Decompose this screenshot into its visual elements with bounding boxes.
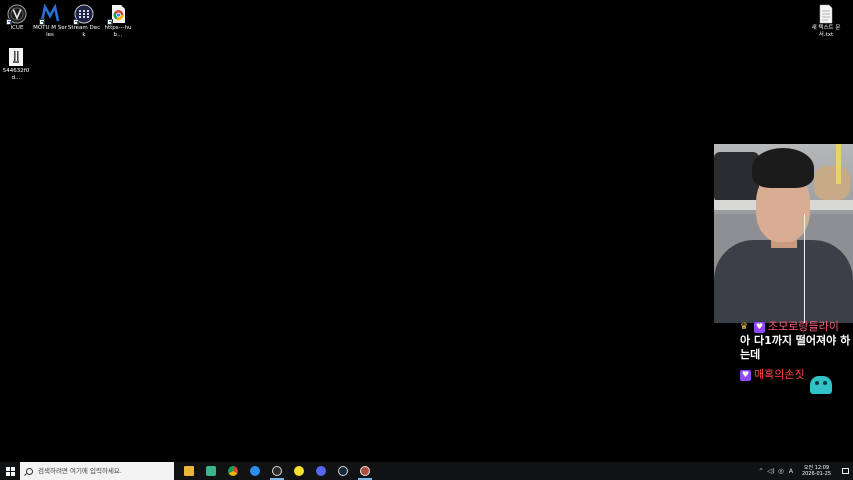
taskbar-discord[interactable] xyxy=(310,462,332,480)
webcam-lamp xyxy=(836,144,841,184)
motu-icon xyxy=(39,3,60,25)
heart-badge-icon: ♥ xyxy=(740,369,751,381)
shortcut-arrow-icon xyxy=(39,19,45,25)
notification-icon xyxy=(841,468,849,474)
shortcut-arrow-icon xyxy=(107,19,113,25)
chevron-up-icon[interactable]: ⌃ xyxy=(756,462,766,480)
taskbar: ⌃ ◁) ◎ A 오전 12:09 2026-01-25 xyxy=(0,462,853,480)
ime-indicator-icon[interactable]: A xyxy=(786,462,796,480)
obs-icon xyxy=(272,466,282,476)
mascot-eye xyxy=(815,381,819,385)
search-icon xyxy=(26,467,33,475)
chat-mascot-icon xyxy=(810,376,832,394)
speaker-icon[interactable]: ◁) xyxy=(766,462,776,480)
desktop-icon-label: iCUE xyxy=(10,25,24,31)
chat-username: 매혹의손짓 xyxy=(754,368,805,381)
game-app-icon xyxy=(360,466,370,476)
windows-logo-icon xyxy=(5,466,15,476)
desktop-icon-motu[interactable]: MOTU M Series xyxy=(33,3,67,38)
desktop-icon-label: https---hub... xyxy=(104,25,132,38)
desktop-icon-hub-link[interactable]: https---hub... xyxy=(101,4,135,38)
chat-message: 아 다1까지 떨어져야 하는데 xyxy=(740,334,851,361)
network-icon[interactable]: ◎ xyxy=(776,462,786,480)
taskbar-chrome[interactable] xyxy=(222,462,244,480)
kakaotalk-icon xyxy=(294,466,304,476)
webcam-person-torso xyxy=(714,240,853,323)
taskbar-game-app[interactable] xyxy=(354,462,376,480)
pinned-apps xyxy=(178,462,376,480)
mascot-eye xyxy=(823,381,827,385)
taskbar-blue-app[interactable] xyxy=(244,462,266,480)
discord-icon xyxy=(316,466,326,476)
tray-date: 2026-01-25 xyxy=(801,471,831,477)
blue-app-icon xyxy=(250,466,260,476)
chrome-document-icon xyxy=(107,4,128,25)
chat-user: ♥ 매혹의손짓 xyxy=(740,368,853,382)
desktop-icon-label: 544632f0d... xyxy=(2,68,30,81)
icue-icon xyxy=(6,4,27,25)
stream-deck-icon xyxy=(73,4,94,25)
chat-username: 조모로랑들라이 xyxy=(768,320,839,333)
desktop-icon-label: Stream Deck xyxy=(67,25,101,38)
steam-icon xyxy=(338,466,348,476)
webcam-earphone-wire xyxy=(804,214,805,323)
search-input[interactable] xyxy=(38,467,168,475)
start-button[interactable] xyxy=(0,462,20,480)
desktop-icon-text-file[interactable]: 새 텍스트 문서.txt xyxy=(809,4,843,38)
desktop-icon-label: MOTU M Series xyxy=(33,25,67,38)
chrome-icon xyxy=(228,466,238,476)
taskbar-green-app[interactable] xyxy=(200,462,222,480)
chat-user: ♛ ♥ 조모로랑들라이 xyxy=(740,320,853,334)
webcam-overlay xyxy=(714,144,853,323)
notification-center-button[interactable] xyxy=(837,462,853,480)
desktop-icon-icue[interactable]: iCUE xyxy=(0,4,34,32)
image-file-icon xyxy=(6,47,26,67)
heart-badge-icon: ♥ xyxy=(754,321,765,333)
desktop-icon-label: 새 텍스트 문서.txt xyxy=(811,25,841,38)
taskbar-file-explorer[interactable] xyxy=(178,462,200,480)
webcam-person-hair xyxy=(752,148,814,188)
taskbar-search-box[interactable] xyxy=(20,462,174,480)
taskbar-steam[interactable] xyxy=(332,462,354,480)
desktop-icon-stream-deck[interactable]: Stream Deck xyxy=(67,4,101,38)
desktop-icon-image-file[interactable]: 544632f0d... xyxy=(0,47,33,81)
desktop: iCUE MOTU M Series Stream Deck https---h… xyxy=(0,0,853,462)
shortcut-arrow-icon xyxy=(6,19,12,25)
crown-badge-icon: ♛ xyxy=(740,321,749,332)
text-file-icon xyxy=(816,4,836,24)
taskbar-obs[interactable] xyxy=(266,462,288,480)
taskbar-kakaotalk[interactable] xyxy=(288,462,310,480)
shortcut-arrow-icon xyxy=(73,19,79,25)
folder-icon xyxy=(184,466,194,476)
chat-overlay: ♛ ♥ 조모로랑들라이 아 다1까지 떨어져야 하는데 ♥ 매혹의손짓 xyxy=(740,320,853,382)
system-tray: ⌃ ◁) ◎ A 오전 12:09 2026-01-25 xyxy=(756,462,853,480)
green-app-icon xyxy=(206,466,216,476)
tray-clock[interactable]: 오전 12:09 2026-01-25 xyxy=(796,465,837,478)
webcam-plush-toy xyxy=(814,166,850,200)
